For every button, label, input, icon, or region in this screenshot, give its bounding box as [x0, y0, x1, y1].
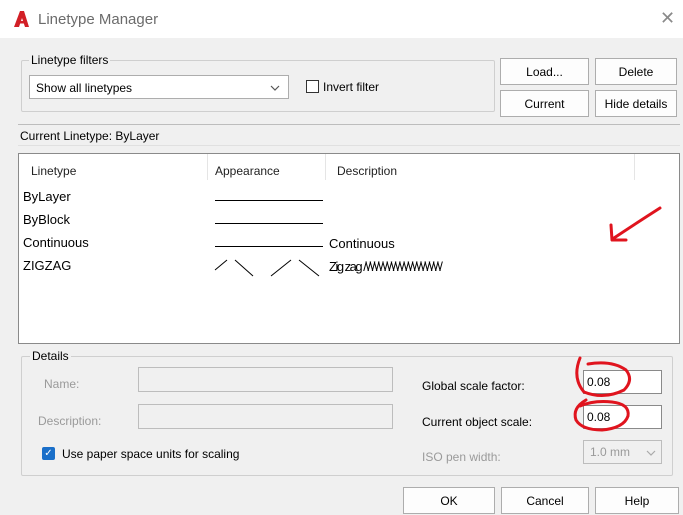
name-label: Name: — [44, 377, 80, 391]
red-arrow-annotation-icon — [609, 206, 662, 242]
global-scale-label: Global scale factor: — [422, 379, 525, 393]
column-divider — [207, 154, 208, 180]
current-button[interactable]: Current — [500, 90, 589, 117]
table-row-name[interactable]: ByBlock — [23, 212, 70, 227]
column-header-linetype[interactable]: Linetype — [31, 164, 76, 178]
zigzag-line-preview — [214, 259, 320, 277]
table-row-name[interactable]: Continuous — [23, 235, 89, 250]
autocad-logo-icon — [14, 11, 29, 27]
close-icon[interactable]: ✕ — [660, 8, 675, 29]
paper-space-label: Use paper space units for scaling — [62, 447, 240, 461]
iso-pen-label: ISO pen width: — [422, 450, 501, 464]
column-divider — [634, 154, 635, 180]
column-header-appearance[interactable]: Appearance — [215, 164, 280, 178]
solid-line-preview — [215, 246, 323, 247]
linetype-filters-label: Linetype filters — [29, 53, 111, 67]
chevron-down-icon — [646, 450, 656, 456]
iso-pen-value: 1.0 mm — [590, 445, 631, 459]
linetype-filter-value: Show all linetypes — [36, 81, 133, 95]
paper-space-checkbox[interactable]: ✓ — [42, 447, 55, 460]
table-row-name[interactable]: ByLayer — [23, 189, 71, 204]
red-circle-annotation-icon — [573, 398, 630, 432]
window-title: Linetype Manager — [38, 11, 159, 28]
invert-filter-label: Invert filter — [323, 80, 380, 94]
delete-button[interactable]: Delete — [595, 58, 677, 85]
iso-pen-select: 1.0 mm — [583, 440, 662, 464]
table-row-name[interactable]: ZIGZAG — [23, 258, 71, 273]
description-label: Description: — [38, 414, 102, 428]
column-divider — [325, 154, 326, 180]
red-circle-annotation-icon — [575, 356, 631, 397]
current-linetype-label: Current Linetype: ByLayer — [20, 129, 160, 143]
linetype-list[interactable]: Linetype Appearance Description ByLayer … — [18, 153, 680, 344]
hide-details-button[interactable]: Hide details — [595, 90, 677, 117]
cancel-button[interactable]: Cancel — [501, 487, 589, 514]
linetype-filter-select[interactable]: Show all linetypes — [29, 75, 289, 99]
column-header-description[interactable]: Description — [337, 164, 397, 178]
details-label: Details — [30, 349, 71, 363]
object-scale-label: Current object scale: — [422, 415, 533, 429]
solid-line-preview — [215, 200, 323, 201]
load-button[interactable]: Load... — [500, 58, 589, 85]
ok-button[interactable]: OK — [403, 487, 495, 514]
description-field — [138, 404, 393, 429]
chevron-down-icon — [270, 85, 280, 91]
help-button[interactable]: Help — [595, 487, 679, 514]
invert-filter-checkbox[interactable] — [306, 80, 319, 93]
table-row-description: Zig zag /\/\/\/\/\/\/\/\/\/\/\/\/\/\/\/\… — [329, 259, 443, 274]
table-row-description: Continuous — [329, 236, 395, 251]
name-field — [138, 367, 393, 392]
solid-line-preview — [215, 223, 323, 224]
